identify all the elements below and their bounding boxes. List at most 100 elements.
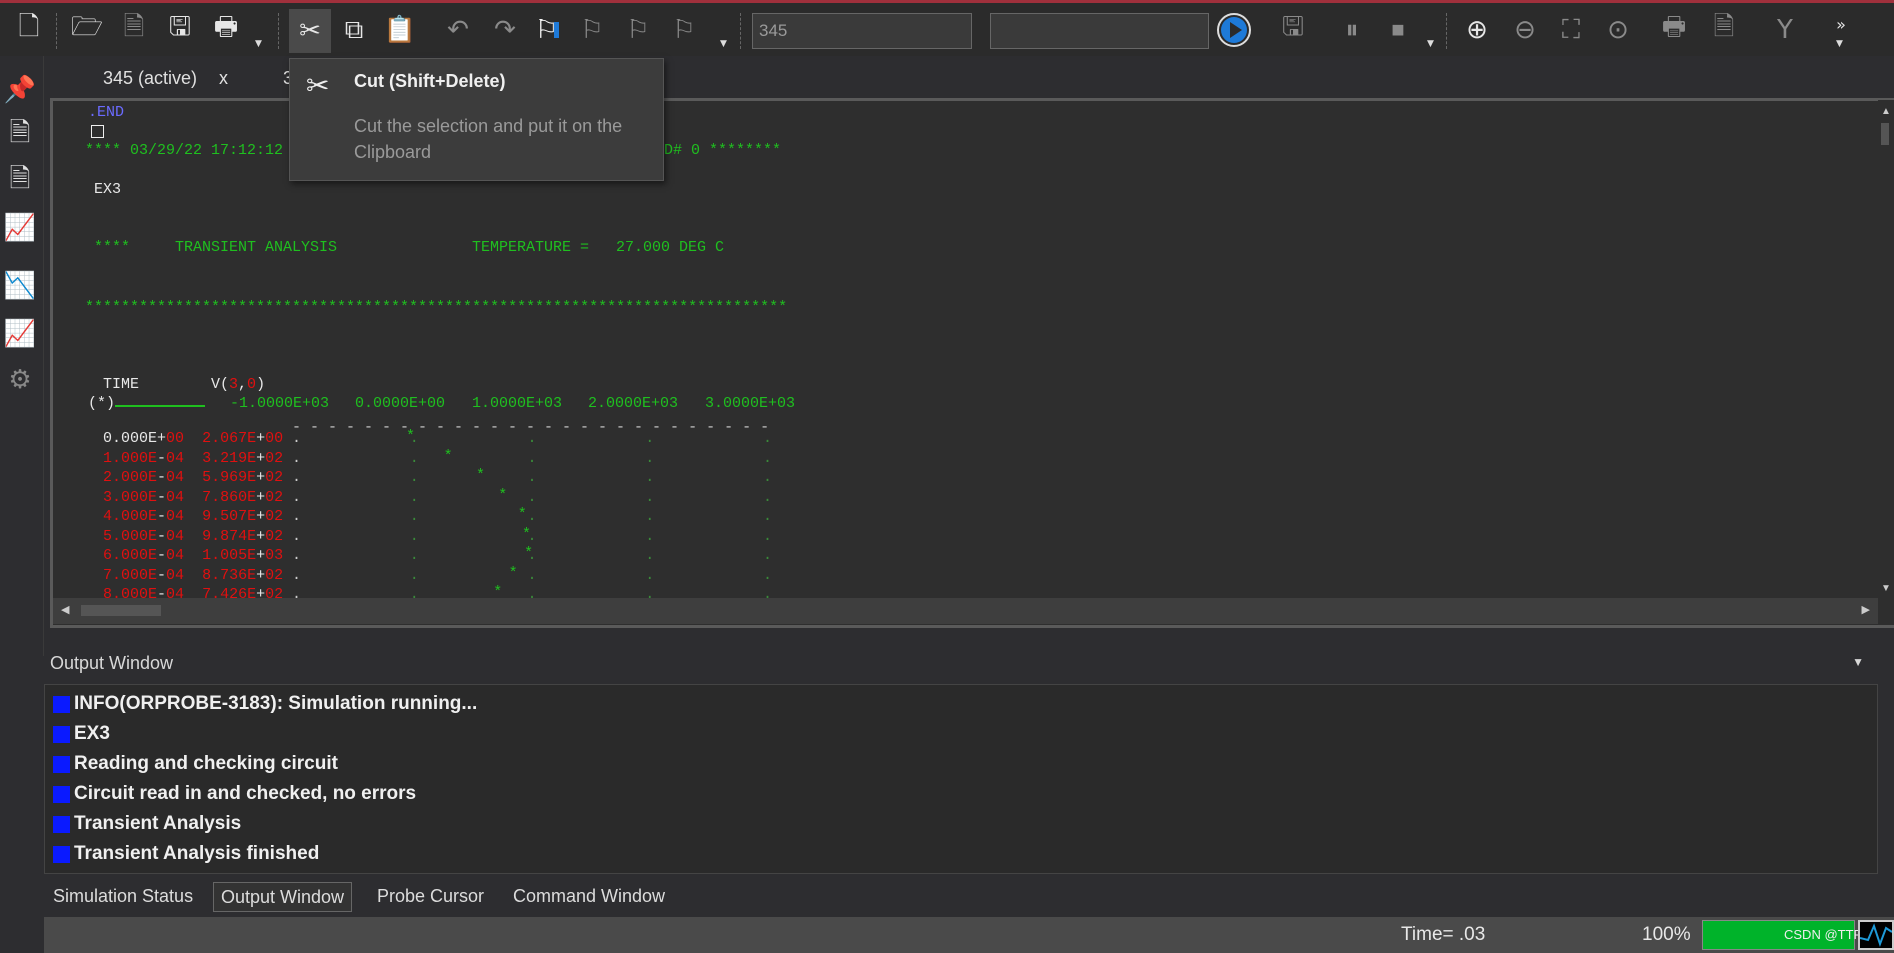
label-node: 3 (229, 376, 239, 393)
grid-dot: . (763, 430, 773, 447)
run-icon[interactable] (1215, 11, 1253, 49)
grid-dot: . (409, 547, 419, 564)
axis-tick-label: 0.0000E+00 (355, 395, 446, 412)
grid-dot: . (763, 547, 773, 564)
view-netlist-icon[interactable]: 🗎 (2, 118, 38, 154)
output-window-title: Output Window (50, 653, 174, 673)
toolbar: 🗋 🗁 🗎 🖫 🖶 ▼ ✂ ⧉ 📋 ↶ ↷ ⚐ ⚐ ⚐ ⚐ ▼ 🖫 ⏸ ⏹ ▼ … (0, 3, 1894, 56)
voltage-value: 5.969E+02 (202, 469, 284, 486)
zoom-area-icon[interactable]: ⊙ (1599, 11, 1637, 49)
zoom-fit-icon[interactable]: ⛶ (1552, 11, 1590, 49)
tab-label: 345 (active) (103, 68, 198, 88)
cut-icon[interactable]: ✂ (289, 9, 331, 53)
time-column-label: TIME (103, 376, 140, 393)
label-part: ) (256, 376, 266, 393)
data-point: * (443, 447, 453, 465)
grid-dot: . (645, 566, 655, 584)
voltage-value: 9.507E+02 (202, 508, 284, 525)
save-icon[interactable]: 🖫 (161, 11, 199, 49)
page-setup-icon[interactable]: 🗎 (1705, 11, 1743, 49)
paste-icon[interactable]: 📋 (381, 11, 419, 49)
grid-dot: . (409, 469, 419, 486)
table-row: 6.000E-04 1.005E+03 (103, 547, 283, 565)
print-icon[interactable]: 🖶 (207, 11, 245, 49)
grid-dot: . (292, 508, 302, 525)
zoom-out-icon[interactable]: ⊖ (1506, 11, 1544, 49)
more-tools-icon[interactable]: » (1822, 5, 1860, 43)
tab-345-active[interactable]: 345 (active) x (103, 62, 228, 94)
label-node: 0 (247, 376, 257, 393)
save-simulation-icon[interactable]: 🖫 (1274, 11, 1312, 49)
output-line: Transient Analysis finished (53, 843, 319, 865)
grid-dot: . (527, 449, 537, 467)
open-folder-icon[interactable]: 🗁 (68, 11, 106, 49)
grid-dot: . (292, 430, 302, 447)
tab-command-window[interactable]: Command Window (506, 882, 672, 912)
pin-icon[interactable]: 📌 (2, 72, 38, 108)
analysis-stars: **** (94, 239, 131, 256)
tab-close-icon[interactable]: x (219, 68, 228, 88)
new-file-icon[interactable]: 🗋 (10, 11, 48, 49)
table-row: 1.000E-04 3.219E+02 (103, 450, 283, 468)
stop-icon[interactable]: ⏹ (1379, 11, 1417, 49)
simulation-profile-input[interactable] (990, 13, 1209, 49)
probe-filter-icon[interactable]: Y (1766, 11, 1804, 49)
info-square-icon (53, 755, 70, 773)
new-simulation-profile-icon[interactable]: 🗎 (115, 11, 153, 49)
data-point: * (476, 467, 486, 484)
time-value: 0.000E+00 (103, 430, 185, 447)
simulation-settings-icon[interactable]: 📉 (2, 268, 38, 304)
output-line: Circuit read in and checked, no errors (53, 783, 416, 805)
editor-horizontal-scrollbar[interactable]: ◀ ▶ (53, 598, 1878, 624)
more-dropdown-icon[interactable]: ▼ (1836, 39, 1843, 49)
print-dropdown-icon[interactable]: ▼ (255, 39, 262, 49)
grid-dot: . (292, 547, 302, 564)
table-row: 7.000E-04 8.736E+02 (103, 567, 283, 585)
profile-search-input[interactable] (752, 13, 972, 49)
time-value: 7.000E-04 (103, 566, 185, 584)
time-value: 4.000E-04 (103, 508, 185, 525)
next-bookmark-icon[interactable]: ⚐ (573, 11, 611, 49)
voltage-value: 2.067E+00 (202, 430, 284, 447)
tab-probe-cursor[interactable]: Probe Cursor (370, 882, 491, 912)
print-setup-icon[interactable]: 🖶 (1655, 11, 1693, 49)
grid-dot: . (645, 430, 655, 447)
redo-icon[interactable]: ↷ (486, 11, 524, 49)
previous-bookmark-icon[interactable]: ⚐ (619, 11, 657, 49)
circuit-name: EX3 (94, 181, 122, 198)
grid-dot: . (527, 488, 537, 506)
editor-vertical-scrollbar[interactable]: ▲ ▼ (1878, 100, 1894, 598)
edit-waveform-icon[interactable]: 📈 (2, 316, 38, 352)
output-line-text: Circuit read in and checked, no errors (74, 783, 417, 804)
legend-marker: (*) (88, 395, 115, 413)
window-dropdown-icon[interactable]: ▼ (1852, 655, 1864, 669)
view-output-file-icon[interactable]: 🗎 (2, 164, 38, 200)
grid-dot: . (292, 449, 302, 467)
zoom-in-icon[interactable]: ⊕ (1458, 11, 1496, 49)
output-line-text: EX3 (74, 723, 110, 744)
temperature: TEMPERATURE = 27.000 DEG C (472, 239, 725, 256)
pause-icon[interactable]: ⏸ (1333, 11, 1371, 49)
grid-dot: . (763, 508, 773, 525)
output-window-list[interactable]: INFO(ORPROBE-3183): Simulation running..… (44, 684, 1878, 874)
grid-dot: . (292, 488, 302, 506)
clear-bookmarks-icon[interactable]: ⚐ (665, 11, 703, 49)
copy-icon[interactable]: ⧉ (335, 11, 373, 49)
output-window-header: Output Window ▼ (44, 651, 1894, 678)
toggle-bookmark-icon[interactable]: ⚐ (528, 11, 566, 49)
info-square-icon (53, 725, 70, 743)
data-point: * (522, 525, 532, 543)
tab-simulation-status[interactable]: Simulation Status (46, 882, 200, 912)
undo-icon[interactable]: ↶ (439, 11, 477, 49)
output-line-text: Transient Analysis finished (74, 843, 320, 864)
settings-gear-icon[interactable]: ⚙ (2, 362, 38, 398)
scissors-icon: ✂ (306, 69, 330, 102)
bookmark-dropdown-icon[interactable]: ▼ (720, 39, 727, 49)
sim-time: Time= .03 (1401, 924, 1486, 945)
output-line-text: Transient Analysis (74, 813, 242, 834)
view-waveform-icon[interactable]: 📈 (2, 210, 38, 246)
tab-output-window[interactable]: Output Window (213, 882, 353, 912)
grid-dot: . (645, 527, 655, 545)
stop-dropdown-icon[interactable]: ▼ (1427, 39, 1434, 49)
header-right: ID# 0 ******** (655, 142, 782, 159)
